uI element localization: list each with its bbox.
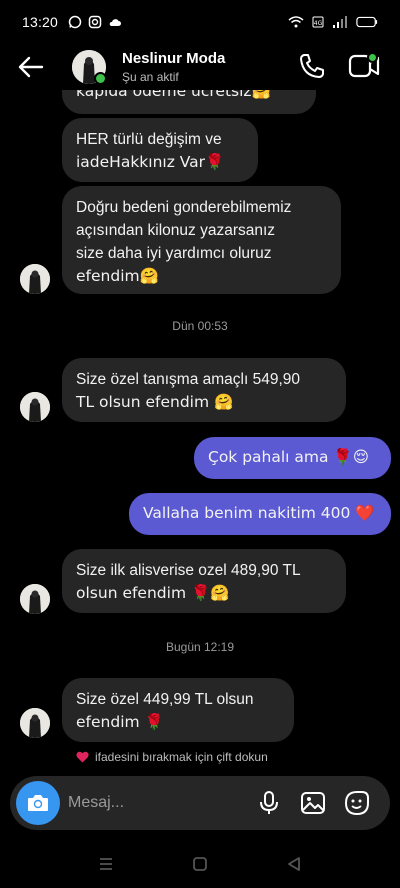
contact-status: Şu an aktif: [122, 70, 179, 84]
message-composer: [10, 776, 390, 830]
sender-avatar[interactable]: [20, 708, 50, 738]
whatsapp-icon: [68, 15, 82, 29]
message-incoming[interactable]: Size ilk alisverise ozel 489,90 TL olsun…: [62, 549, 346, 613]
battery-icon: [356, 16, 378, 28]
nav-back-icon[interactable]: [285, 855, 303, 873]
system-nav-bar: [0, 840, 400, 888]
contact-name[interactable]: Neslinur Moda: [122, 50, 225, 67]
online-indicator: [94, 72, 107, 85]
message-outgoing[interactable]: Vallaha benim nakitim 400 ❤️: [129, 493, 391, 535]
mic-icon[interactable]: [256, 790, 282, 816]
message-input[interactable]: [68, 790, 248, 816]
status-bar: 13:20 4G: [0, 0, 400, 44]
status-right-icons: 4G: [288, 15, 378, 29]
recent-apps-icon[interactable]: [97, 855, 115, 873]
message-incoming[interactable]: kapıda ödeme ücretsiz🤗: [62, 90, 316, 114]
volte-icon: 4G: [312, 16, 324, 28]
camera-icon: [28, 795, 48, 811]
svg-text:4G: 4G: [314, 20, 323, 27]
signal-icon: [333, 16, 347, 28]
double-tap-hint: ifadesini bırakmak için çift dokun: [76, 750, 268, 764]
sender-avatar[interactable]: [20, 392, 50, 422]
camera-button[interactable]: [16, 781, 60, 825]
message-list[interactable]: kapıda ödeme ücretsiz🤗 HER türlü değişim…: [0, 90, 400, 772]
notification-icons: [68, 15, 122, 29]
message-incoming[interactable]: HER türlü değişim ve iadeHakkınız Var🌹: [62, 118, 258, 182]
sender-avatar[interactable]: [20, 584, 50, 614]
timestamp: Bugün 12:19: [165, 640, 235, 654]
timestamp: Dün 00:53: [172, 319, 228, 333]
cloud-icon: [109, 19, 122, 26]
sticker-icon[interactable]: [344, 790, 370, 816]
wifi-icon: [288, 16, 304, 28]
phone-icon[interactable]: [298, 52, 326, 80]
home-icon[interactable]: [191, 855, 209, 873]
heart-icon: [76, 751, 89, 763]
back-arrow-icon[interactable]: [16, 52, 46, 82]
video-active-indicator: [367, 52, 378, 63]
status-time: 13:20: [22, 14, 59, 30]
message-incoming[interactable]: Doğru bedeni gonderebilmemiz açısından k…: [62, 186, 341, 294]
sender-avatar[interactable]: [20, 264, 50, 294]
message-incoming[interactable]: Size özel tanışma amaçlı 549,90 TL olsun…: [62, 358, 346, 422]
message-incoming[interactable]: Size özel 449,99 TL olsun efendim 🌹: [62, 678, 294, 742]
chat-header: Neslinur Moda Şu an aktif: [0, 44, 400, 90]
gallery-icon[interactable]: [300, 790, 326, 816]
message-outgoing[interactable]: Çok pahalı ama 🌹😌: [194, 437, 391, 479]
instagram-icon: [88, 15, 102, 29]
